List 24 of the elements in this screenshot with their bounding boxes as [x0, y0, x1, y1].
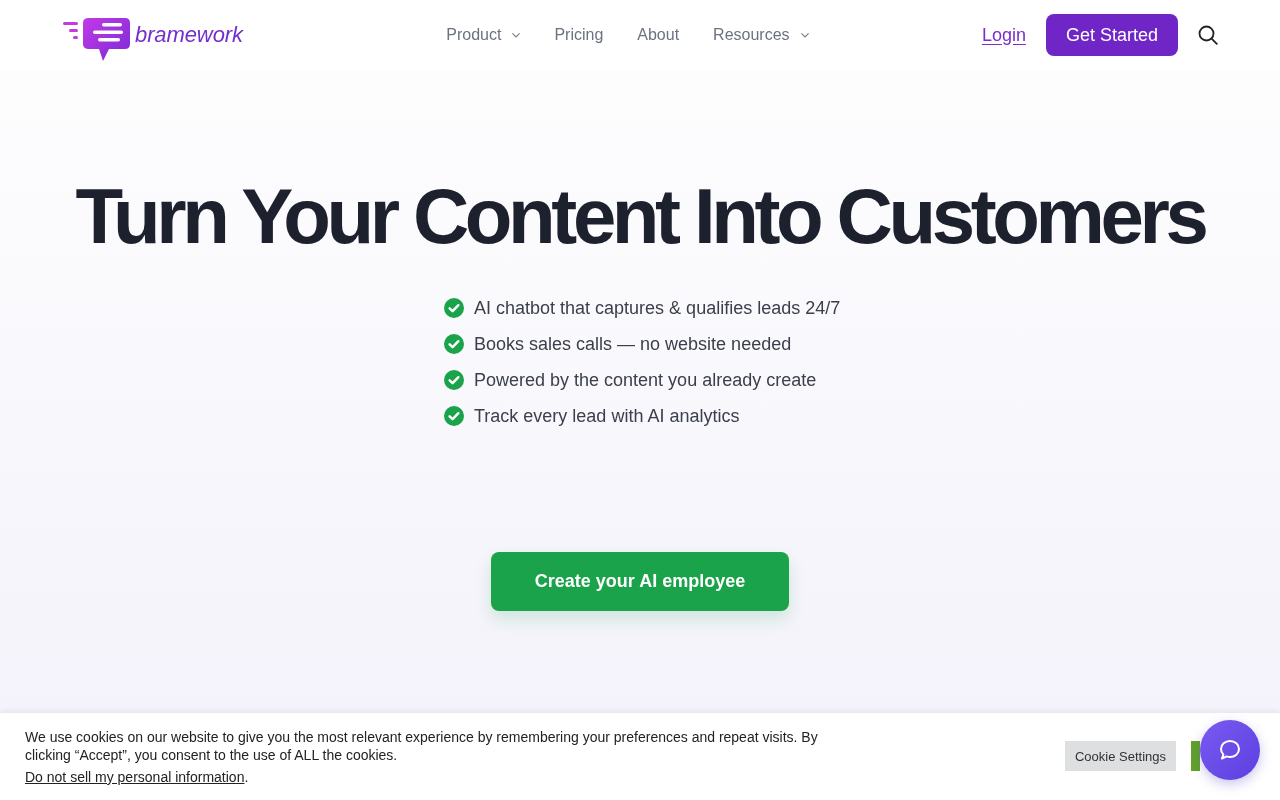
nav-link[interactable]: Pricing [554, 26, 604, 44]
check-circle-icon [444, 405, 464, 426]
opt-out-notice: Do not sell my personal information. [25, 768, 250, 786]
nav-link[interactable]: Resources [713, 26, 809, 44]
feature-text: Books sales calls — no website needed [474, 332, 792, 356]
cookie-settings-button[interactable]: Cookie Settings [1064, 741, 1176, 771]
feature-text: Track every lead with AI analytics [474, 404, 740, 428]
search-button[interactable] [1198, 25, 1218, 45]
get-started-button[interactable]: Get Started [1045, 14, 1178, 56]
check-circle-icon [444, 333, 464, 354]
feature-text: AI chatbot that captures & qualifies leads 24/7 [474, 296, 841, 320]
nav-link[interactable]: Product [446, 26, 521, 44]
cookie-message: We use cookies on our website to give you the most relevant experience by remembering your preferences and repeat visits. By clicking “Accept”, you consent to the use of ALL the cookies. [25, 728, 819, 764]
feature-text: Powered by the content you already create [474, 368, 817, 392]
chat-bubble-icon [1218, 738, 1242, 762]
logo[interactable]: bramework [63, 16, 243, 62]
check-circle-icon [444, 369, 464, 390]
nav-link[interactable]: About [637, 26, 680, 44]
login-link[interactable]: Login [981, 24, 1026, 46]
hero-heading: Turn Your Content Into Customers [75, 176, 1205, 258]
search-icon [1198, 25, 1218, 45]
check-circle-icon [444, 297, 464, 318]
speech-bubble-logo-icon [63, 16, 131, 62]
logo-wordmark: bramework [135, 21, 243, 48]
